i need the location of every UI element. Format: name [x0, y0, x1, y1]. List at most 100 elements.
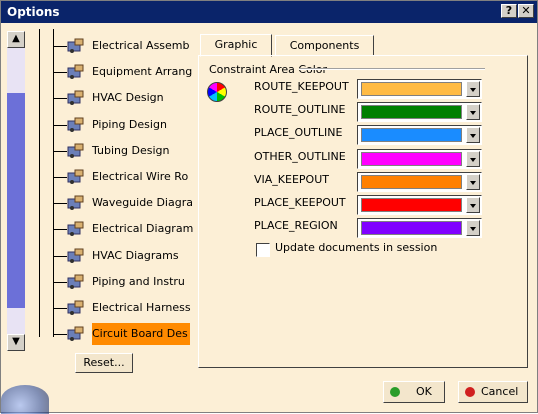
constraint-label: ROUTE_OUTLINE	[254, 103, 346, 117]
constraint-label: PLACE_KEEPOUT	[254, 196, 346, 209]
waveguide-diagram-icon	[67, 195, 85, 211]
tree-item-label: Circuit Board Des	[92, 323, 190, 346]
equipment-arrangement-icon	[67, 64, 85, 80]
tree-item-label: Equipment Arrang	[92, 65, 193, 79]
color-swatch	[361, 105, 462, 120]
constraint-label: PLACE_REGION	[254, 219, 338, 233]
electrical-harness-icon	[67, 300, 85, 316]
cancel-label: Cancel	[481, 385, 519, 398]
tree-connector	[53, 98, 67, 100]
dropdown-arrow-icon[interactable]	[466, 173, 480, 190]
tree-connector	[53, 46, 67, 47]
constraint-label: PLACE_OUTLINE	[254, 126, 343, 140]
dropdown-arrow-icon[interactable]	[466, 127, 480, 144]
tree-item[interactable]: Piping and Instru	[53, 271, 193, 293]
tree-item[interactable]: Electrical Assemb	[53, 35, 193, 57]
cancel-icon	[465, 387, 475, 397]
tree-item-label: HVAC Design	[92, 91, 164, 105]
dropdown-arrow-icon[interactable]	[466, 104, 480, 121]
tree-item[interactable]: HVAC Design	[53, 87, 193, 109]
title-bar: Options ? ✕	[1, 1, 537, 23]
tab-components[interactable]: Components	[275, 35, 374, 56]
tree-item-label: Electrical Diagram	[92, 222, 193, 236]
tree-item-label: Piping Design	[92, 117, 167, 131]
color-combo[interactable]	[357, 79, 482, 99]
color-combo[interactable]	[357, 148, 482, 169]
scroll-thumb[interactable]	[7, 93, 25, 308]
tree-item[interactable]: Electrical Wire Ro	[53, 166, 193, 188]
tree-item-label: Piping and Instru	[92, 274, 185, 288]
tree-item[interactable]: Tubing Design	[53, 140, 193, 162]
tubing-design-icon	[67, 143, 85, 159]
dropdown-arrow-icon[interactable]	[466, 81, 480, 97]
tree-item[interactable]: Equipment Arrang	[53, 61, 193, 83]
update-documents-checkbox[interactable]	[256, 243, 270, 257]
piping-design-icon	[67, 117, 85, 133]
close-button[interactable]: ✕	[518, 4, 534, 18]
cancel-button[interactable]: Cancel	[458, 381, 528, 403]
tree-connector	[53, 308, 67, 309]
tree-item-label: Tubing Design	[92, 143, 170, 157]
globe-icon	[1, 385, 49, 414]
piping-instrumentation-icon	[67, 274, 85, 290]
electrical-assembly-icon	[67, 38, 85, 54]
tree-item[interactable]: Circuit Board Des	[53, 323, 193, 346]
tree-connector	[53, 281, 67, 283]
hvac-design-icon	[67, 90, 85, 106]
tree-item[interactable]: Waveguide Diagra	[53, 192, 193, 214]
options-dialog: Options ? ✕ ▲ ▼ Electrical Assemb Equipme…	[0, 0, 538, 414]
tree-item[interactable]: HVAC Diagrams	[53, 245, 193, 267]
tree-item-label: HVAC Diagrams	[92, 248, 179, 262]
scroll-down-button[interactable]: ▼	[7, 334, 25, 351]
color-combo[interactable]	[357, 218, 482, 239]
color-combo[interactable]	[357, 125, 482, 146]
color-swatch	[361, 82, 462, 96]
help-button[interactable]: ?	[501, 4, 517, 18]
color-combo[interactable]	[357, 102, 482, 123]
tree-item-label: Waveguide Diagra	[92, 196, 193, 210]
group-divider	[299, 68, 485, 70]
tree-item-label: Electrical Harness	[92, 301, 191, 314]
tree-item[interactable]: Electrical Harness	[53, 297, 193, 319]
tree-connector	[53, 255, 67, 257]
update-documents-label: Update documents in session	[275, 241, 438, 254]
color-combo[interactable]	[357, 195, 482, 215]
reset-button[interactable]: Reset...	[75, 353, 133, 373]
tab-graphic[interactable]: Graphic	[200, 34, 272, 57]
color-wheel-icon	[207, 82, 227, 102]
tree-item[interactable]: Piping Design	[53, 114, 193, 136]
ok-label: OK	[416, 385, 432, 398]
dropdown-arrow-icon[interactable]	[466, 197, 480, 213]
tree-line	[39, 29, 40, 337]
tree-connector	[53, 203, 67, 205]
color-swatch	[361, 128, 462, 143]
tree-connector	[53, 229, 67, 231]
tree-item[interactable]: Electrical Diagram	[53, 218, 193, 240]
circuit-board-design-icon	[67, 326, 85, 342]
window-title: Options	[7, 5, 60, 19]
dropdown-arrow-icon[interactable]	[466, 220, 480, 237]
scroll-up-button[interactable]: ▲	[7, 31, 25, 48]
tree-scrollbar[interactable]: ▲ ▼	[7, 31, 25, 351]
color-swatch	[361, 198, 462, 212]
tree-connector	[53, 72, 67, 74]
tree-item-label: Electrical Wire Ro	[92, 170, 189, 183]
color-combo[interactable]	[357, 171, 482, 192]
tree-connector	[53, 334, 67, 336]
constraint-label: ROUTE_KEEPOUT	[254, 80, 349, 93]
constraint-label: OTHER_OUTLINE	[254, 149, 346, 163]
tree-connector	[53, 177, 67, 178]
ok-icon	[390, 387, 400, 397]
color-swatch	[361, 221, 462, 236]
tree-item-label: Electrical Assemb	[92, 39, 190, 52]
electrical-diagram-icon	[67, 221, 85, 237]
tree-connector	[53, 124, 67, 126]
color-swatch	[361, 151, 462, 166]
constraint-label: VIA_KEEPOUT	[254, 172, 329, 186]
color-swatch	[361, 174, 462, 189]
tree-connector	[53, 150, 67, 152]
dropdown-arrow-icon[interactable]	[466, 150, 480, 167]
hvac-diagrams-icon	[67, 248, 85, 264]
ok-button[interactable]: OK	[383, 381, 445, 403]
electrical-wire-routing-icon	[67, 169, 85, 185]
